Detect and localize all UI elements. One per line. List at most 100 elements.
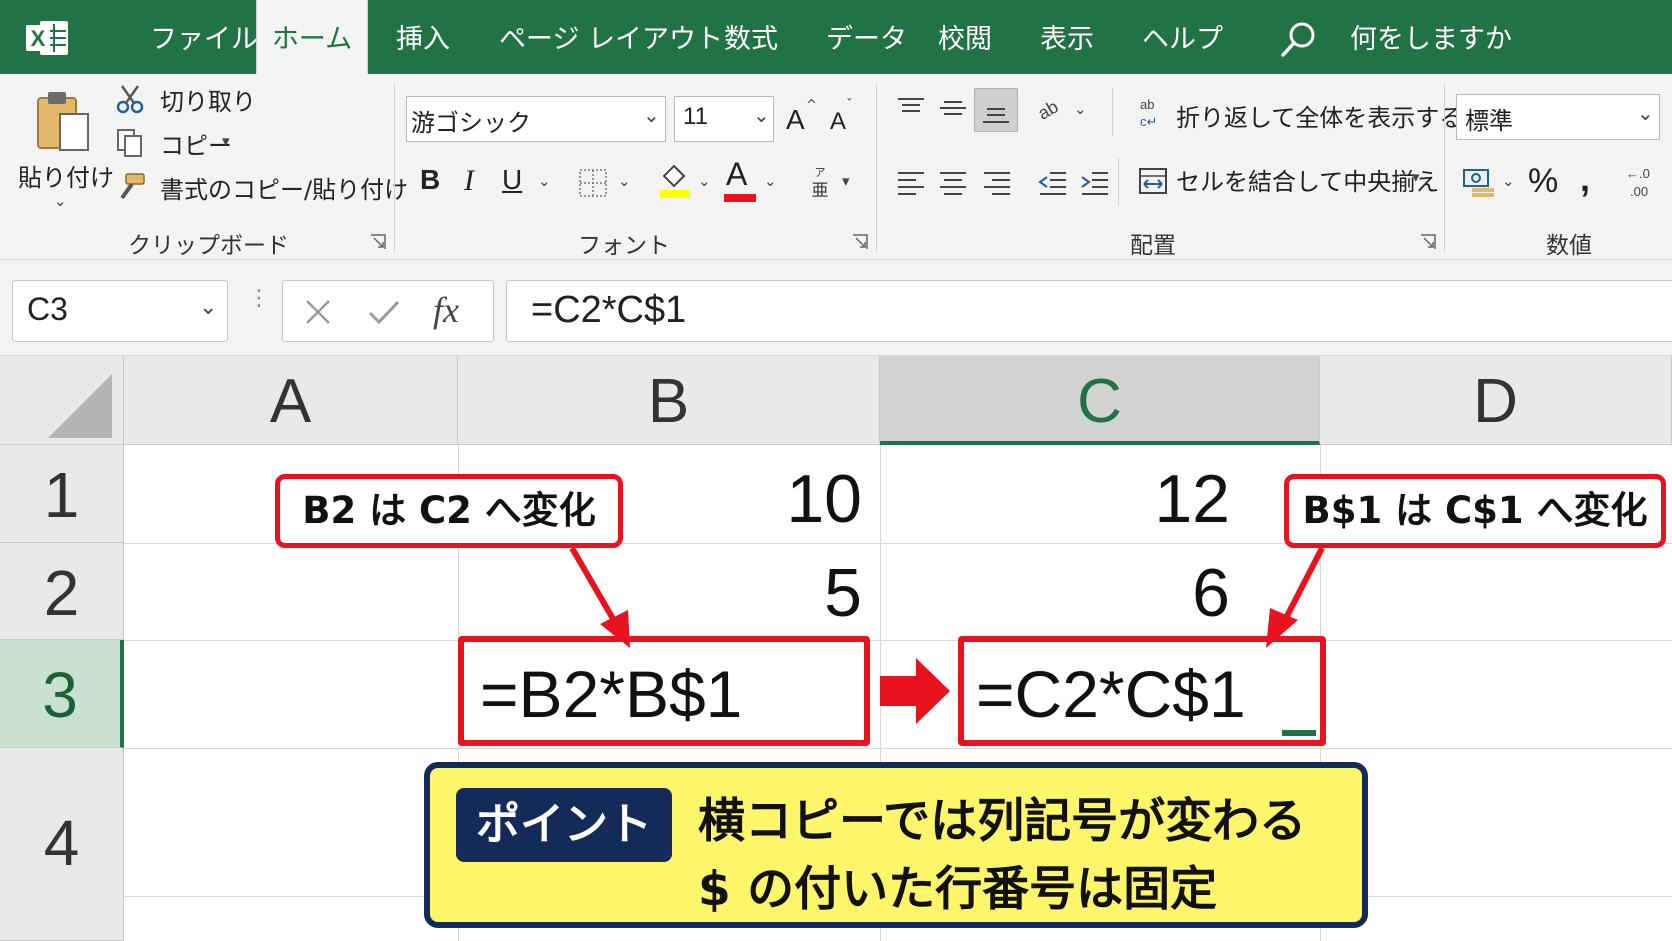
merge-center-button[interactable]: セルを結合して中央揃え	[1176, 162, 1439, 197]
decrease-indent-icon[interactable]	[1038, 170, 1068, 196]
font-name-select[interactable]: 游ゴシック ⌄	[406, 96, 666, 142]
accounting-format-icon[interactable]	[1462, 168, 1496, 198]
number-format-select[interactable]: 標準 ⌄	[1456, 94, 1660, 140]
align-bottom-button[interactable]	[974, 88, 1018, 132]
tab-home[interactable]: ホーム	[256, 0, 368, 74]
alignment-dialog-launcher-icon[interactable]	[1420, 234, 1436, 250]
number-format-value: 標準	[1465, 107, 1513, 135]
accounting-dropdown-chevron-icon[interactable]: ⌄	[1502, 172, 1515, 190]
tab-view[interactable]: 表示	[1040, 0, 1094, 74]
fill-color-dropdown-chevron-icon[interactable]: ⌄	[698, 172, 711, 190]
cancel-icon[interactable]	[303, 297, 333, 327]
svg-text:亜: 亜	[812, 181, 829, 198]
select-all-button[interactable]	[0, 356, 124, 445]
fill-color-icon[interactable]	[658, 160, 692, 200]
scissors-icon[interactable]	[116, 84, 144, 114]
chevron-down-icon: ⌄	[753, 103, 770, 127]
chevron-down-icon[interactable]: ⌄	[199, 295, 217, 320]
excel-logo-icon: X	[26, 21, 68, 55]
increase-decimal-icon[interactable]: ←.0 .00	[1620, 164, 1660, 200]
row-header-2[interactable]: 2	[0, 543, 124, 640]
cell-c3[interactable]: =C2*C$1	[958, 636, 1326, 746]
shrink-font-button[interactable]: A	[830, 108, 846, 136]
font-size-select[interactable]: 11 ⌄	[674, 96, 774, 142]
font-dialog-launcher-icon[interactable]	[852, 234, 868, 250]
align-top-icon[interactable]	[896, 96, 926, 120]
phonetic-dropdown-chevron-icon[interactable]: ▾	[842, 172, 850, 190]
borders-icon[interactable]	[578, 168, 608, 198]
column-header-d[interactable]: D	[1320, 356, 1672, 445]
italic-button[interactable]: I	[464, 164, 474, 198]
font-color-swatch	[724, 194, 756, 202]
point-note: ポイント 横コピーでは列記号が変わる $ の付いた行番号は固定	[424, 762, 1368, 928]
name-box[interactable]: C3 ⌄	[12, 280, 228, 342]
wrap-text-button[interactable]: 折り返して全体を表示する	[1176, 98, 1463, 133]
drag-handle-icon[interactable]: ⋮	[248, 286, 270, 311]
clipboard-group-label: クリップボード	[128, 233, 289, 259]
underline-button[interactable]: U	[502, 164, 522, 196]
cut-button[interactable]: 切り取り	[160, 82, 256, 117]
cell-b1[interactable]: 10	[600, 460, 862, 538]
tell-me-search-input[interactable]: 何をしますか	[1350, 0, 1512, 80]
borders-dropdown-chevron-icon[interactable]: ⌄	[618, 172, 631, 190]
point-line-1: 横コピーでは列記号が変わる	[698, 794, 1307, 849]
svg-text:ab: ab	[1140, 97, 1154, 112]
formula-input[interactable]: =C2*C$1	[506, 280, 1672, 342]
cell-b3[interactable]: =B2*B$1	[458, 636, 870, 746]
gridline	[124, 748, 1672, 749]
search-icon[interactable]	[1278, 20, 1318, 60]
tab-review[interactable]: 校閲	[938, 0, 992, 74]
phonetic-guide-icon[interactable]: ア 亜	[808, 164, 832, 198]
clipboard-dialog-launcher-icon[interactable]	[370, 234, 386, 250]
svg-text:ア: ア	[815, 166, 826, 179]
column-header-b[interactable]: B	[458, 356, 880, 445]
font-size-value: 11	[683, 103, 708, 130]
wrap-text-icon[interactable]: ab c↵	[1138, 96, 1168, 130]
grow-font-button[interactable]: A	[786, 104, 805, 136]
tab-help[interactable]: ヘルプ	[1142, 0, 1223, 74]
callout-left-pointer-icon	[569, 546, 630, 648]
align-right-icon[interactable]	[982, 170, 1012, 196]
column-header-a[interactable]: A	[124, 356, 458, 445]
increase-indent-icon[interactable]	[1080, 170, 1110, 196]
paste-icon[interactable]	[34, 88, 92, 154]
tab-insert[interactable]: 挿入	[396, 0, 450, 74]
comma-style-button[interactable]: ,	[1580, 158, 1590, 200]
column-header-c[interactable]: C	[880, 356, 1320, 445]
copy-dropdown-chevron-icon[interactable]: ▾	[222, 132, 230, 150]
orientation-dropdown-chevron-icon[interactable]: ⌄	[1074, 100, 1087, 118]
number-group-label: 数値	[1546, 233, 1592, 259]
align-bottom-icon	[983, 108, 1009, 123]
row-header-3[interactable]: 3	[0, 640, 124, 748]
cell-c1[interactable]: 12	[1040, 460, 1230, 538]
tab-data[interactable]: データ	[826, 0, 907, 74]
font-color-button[interactable]: A	[726, 156, 747, 193]
paste-button[interactable]: 貼り付け	[18, 158, 114, 193]
align-middle-icon[interactable]	[938, 96, 968, 120]
merge-dropdown-chevron-icon[interactable]: ▾	[1412, 168, 1420, 186]
tab-file[interactable]: ファイル	[150, 0, 258, 74]
tab-formulas[interactable]: 数式	[724, 0, 778, 74]
fill-handle[interactable]	[1282, 730, 1316, 736]
cell-c2[interactable]: 6	[1040, 554, 1230, 632]
row-header-4[interactable]: 4	[0, 748, 124, 941]
bold-button[interactable]: B	[420, 164, 440, 196]
format-painter-button[interactable]: 書式のコピー/貼り付け	[160, 170, 408, 205]
percent-style-button[interactable]: %	[1528, 162, 1558, 201]
enter-check-icon[interactable]	[367, 297, 401, 327]
tab-page-layout[interactable]: ページ レイアウト	[499, 0, 723, 74]
underline-dropdown-chevron-icon[interactable]: ⌄	[538, 172, 551, 190]
insert-function-icon[interactable]: fx	[433, 289, 459, 331]
copy-icon[interactable]	[116, 128, 144, 158]
cell-c3-formula: =C2*C$1	[976, 657, 1246, 731]
align-center-icon[interactable]	[938, 170, 968, 196]
font-color-dropdown-chevron-icon[interactable]: ⌄	[764, 172, 777, 190]
align-left-icon[interactable]	[896, 170, 926, 196]
row-header-1[interactable]: 1	[0, 445, 124, 543]
orientation-icon[interactable]: ab	[1034, 94, 1068, 124]
format-painter-icon[interactable]	[116, 172, 146, 202]
callout-right: B$1 は C$1 へ変化	[1284, 474, 1666, 548]
gridline	[124, 640, 1672, 641]
paste-dropdown-chevron-icon[interactable]: ⌄	[54, 192, 67, 210]
merge-center-icon[interactable]	[1138, 166, 1168, 196]
